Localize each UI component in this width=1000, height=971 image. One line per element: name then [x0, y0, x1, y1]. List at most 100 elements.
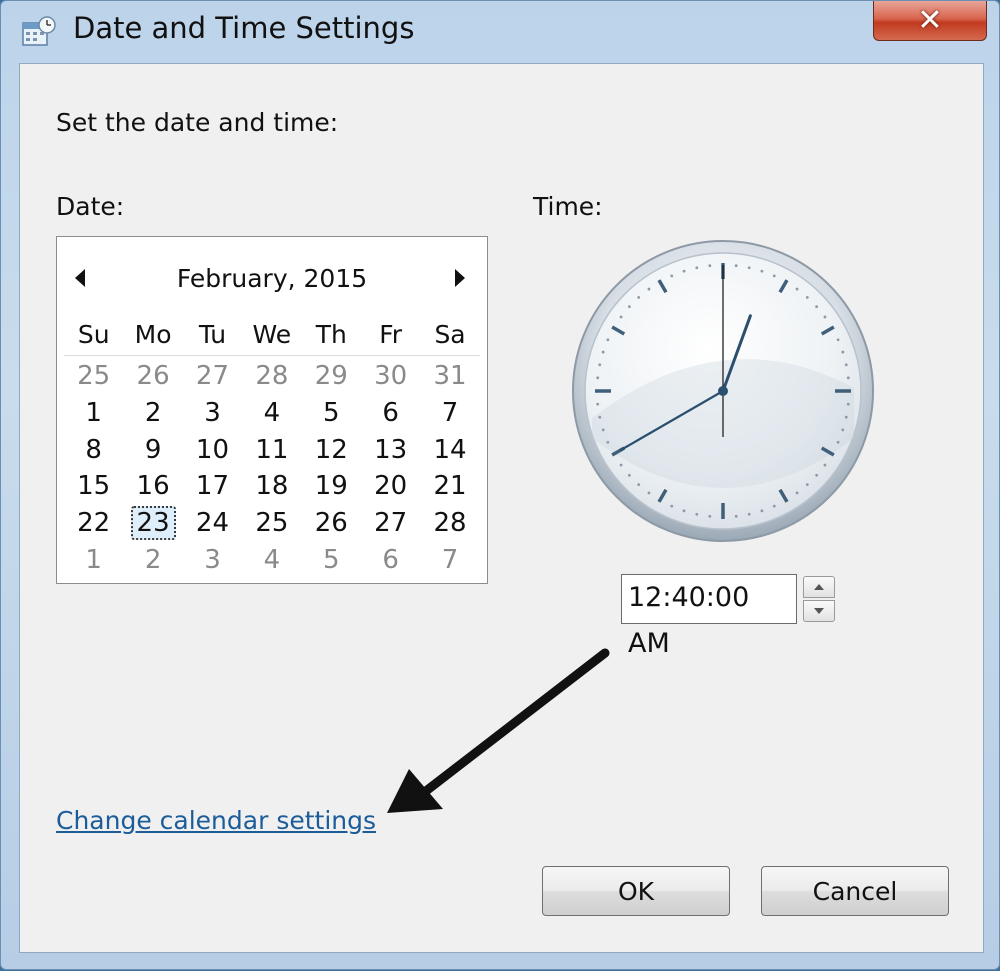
calendar-day[interactable]: 7	[420, 543, 479, 577]
clock-minute-dot	[836, 440, 840, 444]
calendar-day[interactable]: 8	[64, 433, 123, 467]
calendar-day-label: 26	[314, 508, 348, 539]
calendar-day[interactable]: 22	[64, 506, 123, 540]
date-time-settings-window: Date and Time Settings ✕ Set the date an…	[0, 0, 1000, 970]
calendar[interactable]: February, 2015 Su Mo Tu We Th Fr Sa 25 26…	[56, 236, 488, 584]
calendar-day-label: 25	[255, 508, 289, 539]
clock-minute-dot	[596, 376, 600, 380]
close-button[interactable]: ✕	[873, 1, 987, 41]
spin-up-button[interactable]	[803, 576, 835, 598]
calendar-day[interactable]: 20	[361, 469, 420, 503]
chevron-left-icon[interactable]	[73, 267, 87, 289]
ok-button[interactable]: OK	[542, 866, 730, 916]
calendar-day[interactable]: 5	[302, 396, 361, 430]
calendar-day[interactable]: 18	[242, 469, 301, 503]
weekday-header: Sa	[434, 320, 466, 349]
spin-down-button[interactable]	[803, 600, 835, 622]
calendar-day-label: 16	[136, 471, 170, 502]
calendar-day[interactable]: 2	[123, 543, 182, 577]
clock-minute-dot	[844, 363, 848, 367]
calendar-day[interactable]: 5	[302, 543, 361, 577]
chevron-right-icon[interactable]	[453, 267, 467, 289]
calendar-day[interactable]: 4	[242, 543, 301, 577]
clock-minute-dot	[596, 402, 600, 406]
calendar-day[interactable]: 1	[64, 396, 123, 430]
calendar-day-label: 17	[195, 471, 230, 502]
calendar-day-label: 20	[374, 471, 408, 502]
calendar-day-label: 4	[263, 544, 281, 575]
calendar-day[interactable]: 11	[242, 433, 301, 467]
calendar-day-label: 22	[77, 508, 111, 539]
calendar-day[interactable]: 13	[361, 433, 420, 467]
calendar-day[interactable]: 6	[361, 543, 420, 577]
calendar-day[interactable]: 24	[183, 506, 242, 540]
cancel-button[interactable]: Cancel	[761, 866, 949, 916]
clock-minute-dot	[637, 295, 641, 299]
calendar-day[interactable]: 1	[64, 543, 123, 577]
clock-minute-dot	[747, 512, 751, 516]
dialog-body: Set the date and time: Date: Time: Febru…	[19, 63, 984, 953]
clock-minute-dot	[619, 315, 623, 319]
calendar-day[interactable]: 12	[302, 433, 361, 467]
close-icon: ✕	[917, 2, 943, 38]
calendar-day[interactable]: 30	[361, 359, 420, 393]
clock-minute-dot	[823, 463, 827, 467]
clock-minute-dot	[670, 504, 674, 508]
calendar-day[interactable]: 19	[302, 469, 361, 503]
change-calendar-settings-link[interactable]: Change calendar settings	[56, 806, 376, 835]
calendar-day[interactable]: 16	[123, 469, 182, 503]
calendar-day[interactable]: 4	[242, 396, 301, 430]
calendar-day[interactable]: 2	[123, 396, 182, 430]
time-spinner[interactable]	[803, 576, 835, 622]
calendar-day[interactable]: 6	[361, 396, 420, 430]
calendar-day[interactable]: 31	[420, 359, 479, 393]
calendar-day[interactable]: 7	[420, 396, 479, 430]
clock-minute-dot	[682, 509, 686, 513]
clock-minute-dot	[841, 428, 845, 432]
calendar-day-label: 14	[433, 434, 467, 465]
calendar-day[interactable]: 27	[183, 359, 242, 393]
calendar-day[interactable]: 17	[183, 469, 242, 503]
clock-minute-dot	[795, 491, 799, 495]
calendar-day[interactable]: 25	[242, 506, 301, 540]
clock-minute-dot	[823, 315, 827, 319]
clock-minute-dot	[682, 269, 686, 273]
calendar-day-label: 7	[441, 544, 459, 575]
calendar-day[interactable]: 21	[420, 469, 479, 503]
calendar-day-label: 11	[255, 434, 289, 465]
calendar-day-label: 9	[144, 434, 162, 465]
calendar-day-label: 28	[255, 361, 289, 392]
calendar-day-label: 31	[433, 361, 467, 392]
clock-minute-dot	[760, 269, 764, 273]
calendar-day[interactable]: 10	[183, 433, 242, 467]
time-input[interactable]: 12:40:00 AM	[621, 574, 797, 659]
clock-minute-dot	[627, 305, 631, 309]
calendar-day[interactable]: 9	[123, 433, 182, 467]
weekday-header: Su	[77, 320, 110, 349]
calendar-day-label: 3	[204, 398, 221, 429]
calendar-day[interactable]: 29	[302, 359, 361, 393]
calendar-day[interactable]: 28	[420, 506, 479, 540]
clock-minute-dot	[772, 504, 776, 508]
calendar-day[interactable]: 14	[420, 433, 479, 467]
calendar-grid: Su Mo Tu We Th Fr Sa 25 26 27 28 29 30 31 1 2 3 4 5…	[64, 315, 480, 578]
calendar-day[interactable]: 27	[361, 506, 420, 540]
calendar-day-label: 6	[382, 398, 399, 429]
calendar-week-row: 1 2 3 4 5 6 7	[64, 395, 480, 432]
clock-minute-dot	[841, 350, 845, 354]
calendar-day-selected[interactable]: 23	[123, 506, 182, 541]
calendar-day[interactable]: 26	[123, 359, 182, 393]
calendar-day-label: 27	[195, 361, 230, 392]
calendar-day[interactable]: 15	[64, 469, 123, 503]
calendar-day[interactable]: 25	[64, 359, 123, 393]
clock-minute-dot	[846, 402, 850, 406]
clock-minute-dot	[734, 264, 738, 268]
calendar-day[interactable]: 26	[302, 506, 361, 540]
calendar-day[interactable]: 3	[183, 396, 242, 430]
calendar-day[interactable]: 3	[183, 543, 242, 577]
calendar-month-title[interactable]: February, 2015	[137, 264, 407, 293]
calendar-day-label: 8	[85, 434, 102, 465]
weekday-header: Tu	[198, 320, 227, 349]
calendar-day-label: 28	[433, 508, 467, 539]
calendar-day[interactable]: 28	[242, 359, 301, 393]
